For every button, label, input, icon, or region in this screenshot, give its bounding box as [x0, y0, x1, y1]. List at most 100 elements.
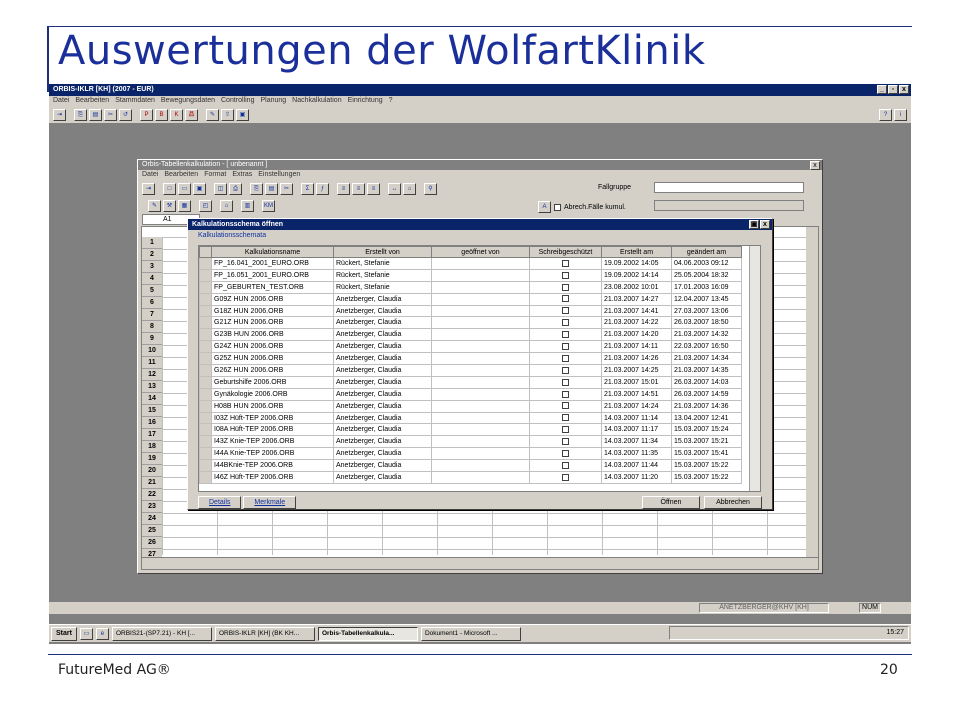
menu-item[interactable]: Datei [142, 171, 158, 179]
row-header[interactable]: 8 [142, 321, 162, 333]
readonly-checkbox[interactable] [562, 343, 569, 350]
preview-icon[interactable]: ◫ [214, 182, 227, 195]
readonly-checkbox[interactable] [562, 461, 569, 469]
help-icon[interactable]: ? [879, 109, 892, 121]
row-header[interactable]: 22 [142, 489, 162, 501]
table-row[interactable]: Geburtshilfe 2006.ORB Anetzberger, Claudi… [199, 375, 742, 389]
abrech-combo[interactable] [654, 200, 804, 211]
report-icon[interactable]: K [170, 109, 183, 121]
row-selector[interactable] [199, 257, 212, 270]
row-header[interactable]: 24 [142, 513, 162, 525]
merkmale-button[interactable]: Merkmale [243, 496, 297, 509]
table-row[interactable]: G21Z HUN 2006.ORB Anetzberger, Claudia 21.… [199, 316, 742, 330]
readonly-checkbox[interactable] [562, 366, 569, 374]
table-row[interactable]: I46Z Hüft-TEP 2006.ORB Anetzberger, Claud… [199, 471, 742, 484]
edit-icon[interactable]: ✎ [206, 109, 219, 121]
filter-icon[interactable]: A [538, 201, 551, 213]
taskbar-item-active[interactable]: Orbis-Tabellenkalkula... [317, 626, 418, 641]
row-selector[interactable] [199, 328, 212, 342]
menu-item[interactable]: Planung [260, 97, 286, 106]
table-row[interactable]: H08B HUN 2006.ORB Anetzberger, Claudia 21.… [199, 399, 742, 413]
print-icon[interactable]: ⎙ [229, 182, 242, 195]
row-header[interactable]: 10 [142, 345, 162, 357]
row-selector[interactable] [199, 352, 212, 366]
readonly-checkbox[interactable] [562, 331, 569, 339]
save-icon[interactable]: ▣ [193, 182, 206, 195]
table-row[interactable]: I08A Hüft-TEP 2006.ORB Anetzberger, Claud… [199, 423, 742, 437]
table-row[interactable]: FP_16.051_2001_EURO.ORB Rückert, Stefanie… [199, 268, 742, 282]
readonly-checkbox[interactable] [562, 283, 569, 291]
row-selector[interactable] [199, 340, 212, 354]
restore-button[interactable]: ▫ [888, 85, 898, 94]
fallgruppe-combo[interactable] [654, 182, 804, 193]
readonly-checkbox[interactable] [562, 378, 569, 386]
readonly-checkbox[interactable] [562, 450, 569, 458]
row-header[interactable]: 11 [142, 357, 162, 369]
row-header[interactable]: 7 [142, 309, 162, 321]
table-icon[interactable]: ▥ [241, 199, 254, 212]
row-selector[interactable] [199, 399, 212, 413]
table-row[interactable]: G18Z HUN 2006.ORB Anetzberger, Claudia 21.… [199, 304, 742, 318]
table-row[interactable]: I44A Knie-TEP 2006.ORB Anetzberger, Claud… [199, 447, 742, 461]
menu-item[interactable]: Einrichtung [348, 97, 383, 106]
table-row[interactable]: G23B HUN 2006.ORB Anetzberger, Claudia 21.… [199, 328, 742, 342]
row-selector[interactable] [199, 292, 212, 306]
start-button[interactable]: Start [51, 626, 77, 641]
align-center-icon[interactable]: ≡ [352, 182, 365, 195]
sum-icon[interactable]: Σ [301, 182, 314, 195]
row-selector[interactable] [199, 316, 212, 330]
dialog-close-button[interactable]: x [760, 220, 770, 229]
minimize-button[interactable]: _ [877, 85, 887, 94]
row-header[interactable]: 18 [142, 441, 162, 453]
open-icon[interactable]: ▭ [178, 182, 191, 195]
table-row[interactable]: G25Z HUN 2006.ORB Anetzberger, Claudia 21.… [199, 352, 742, 366]
column-header[interactable]: Kalkulationsname [211, 246, 334, 258]
details-button[interactable]: Details [198, 496, 242, 509]
taskbar-item[interactable]: ORBIS-IKLR [KH] (BK KH... [214, 626, 315, 641]
toolbar-icon[interactable]: ⇥ [142, 182, 155, 195]
cut-icon[interactable]: ✂ [280, 182, 293, 195]
row-selector[interactable] [199, 471, 212, 484]
report-icon[interactable]: P [140, 109, 153, 121]
row-header[interactable]: 17 [142, 429, 162, 441]
lock-icon[interactable]: ⌂ [220, 199, 233, 212]
table-row[interactable]: I43Z Knie-TEP 2006.ORB Anetzberger, Claud… [199, 435, 742, 449]
row-header[interactable]: 6 [142, 297, 162, 309]
paste-icon[interactable]: ▤ [89, 109, 102, 121]
row-header[interactable]: 4 [142, 273, 162, 285]
table-row[interactable]: I44BKnie-TEP 2006.ORB Anetzberger, Claudi… [199, 459, 742, 473]
readonly-checkbox[interactable] [562, 390, 569, 398]
function-icon[interactable]: ƒ [316, 182, 329, 195]
vertical-scrollbar[interactable] [806, 227, 818, 557]
row-selector[interactable] [199, 423, 212, 437]
row-header[interactable]: 21 [142, 477, 162, 489]
taskbar-item[interactable]: ORBIS21-(SP7.21) - KH [... [111, 626, 212, 641]
row-header[interactable]: 15 [142, 405, 162, 417]
menu-item[interactable]: Nachkalkulation [292, 97, 341, 106]
menu-item[interactable]: Bewegungsdaten [161, 97, 215, 106]
row-header[interactable]: 12 [142, 369, 162, 381]
readonly-checkbox[interactable] [562, 426, 569, 434]
toolbar-icon[interactable]: ⇥ [53, 109, 66, 121]
row-header[interactable]: 19 [142, 453, 162, 465]
table-scrollbar[interactable] [749, 246, 760, 491]
menu-item[interactable]: Format [204, 171, 226, 179]
row-selector[interactable] [199, 268, 212, 282]
row-header[interactable]: 3 [142, 261, 162, 273]
readonly-checkbox[interactable] [562, 295, 569, 303]
tool-icon[interactable]: ✎ [148, 199, 161, 212]
row-header[interactable]: 20 [142, 465, 162, 477]
row-header[interactable]: 14 [142, 393, 162, 405]
binoculars-icon[interactable]: ⚲ [424, 182, 437, 195]
align-right-icon[interactable]: ≡ [367, 182, 380, 195]
row-header[interactable]: 25 [142, 525, 162, 537]
row-header[interactable]: 26 [142, 537, 162, 549]
tool-icon[interactable]: ⚒ [163, 199, 176, 212]
chart-icon[interactable]: ▦ [178, 199, 191, 212]
copy-icon[interactable]: ⎘ [74, 109, 87, 121]
browser-icon[interactable]: e [95, 627, 109, 640]
row-selector[interactable] [199, 387, 212, 401]
readonly-checkbox[interactable] [562, 259, 569, 267]
row-selector[interactable] [199, 411, 212, 425]
readonly-checkbox[interactable] [562, 271, 569, 279]
